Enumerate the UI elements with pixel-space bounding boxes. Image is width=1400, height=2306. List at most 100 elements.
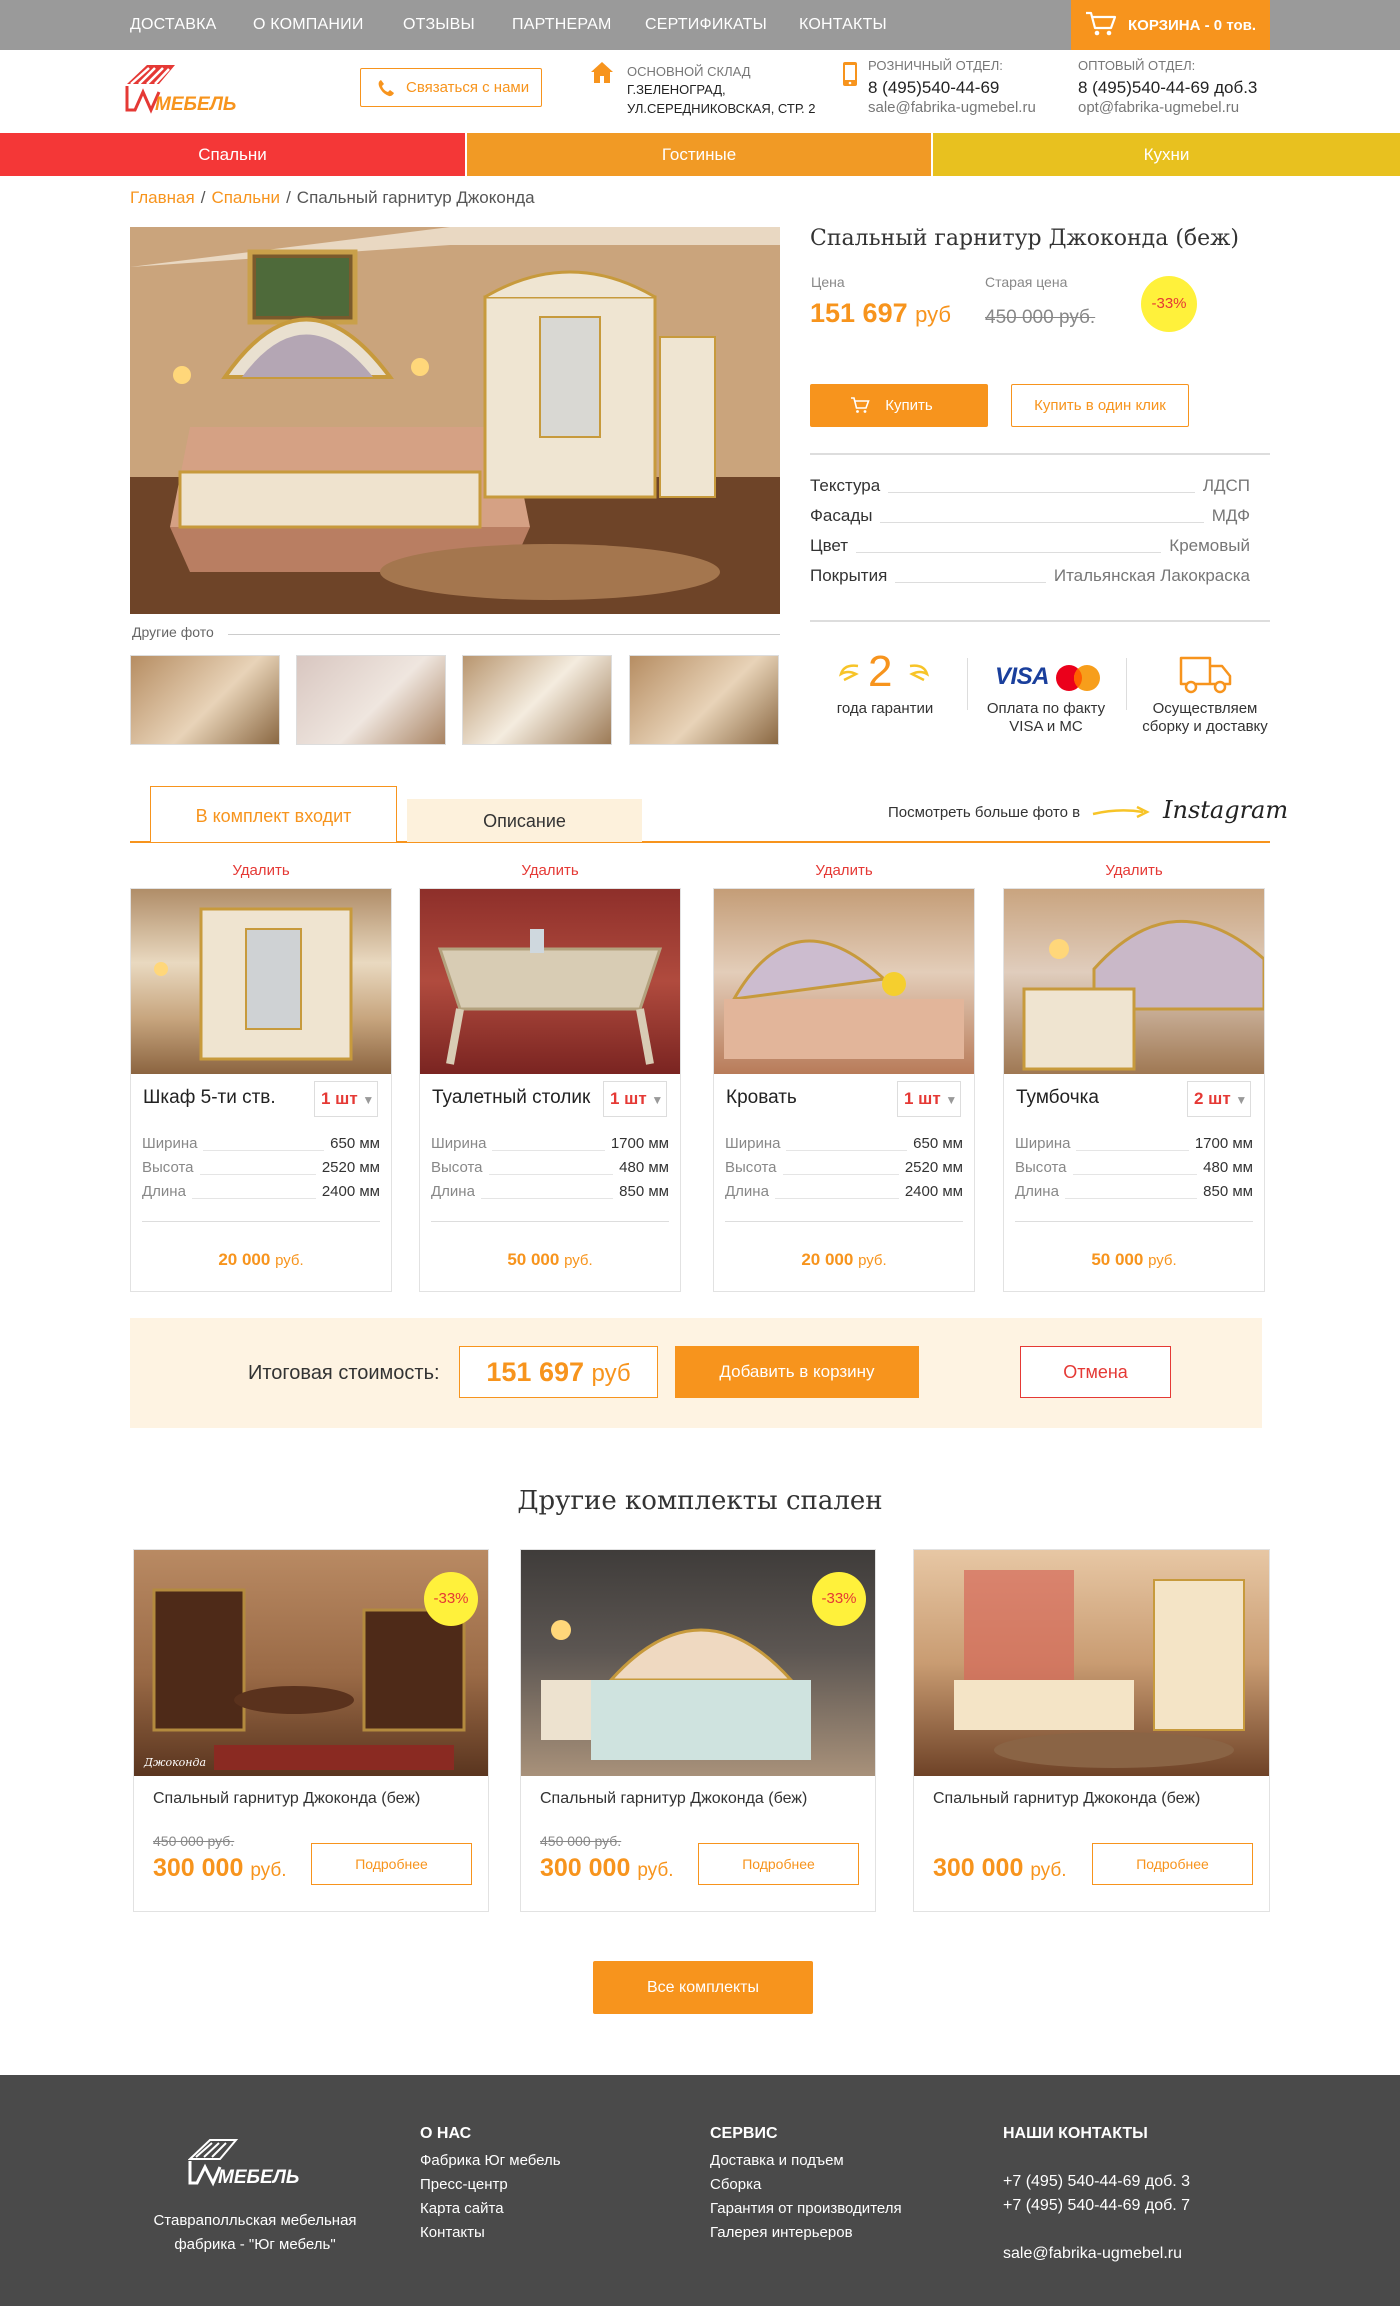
quantity-select[interactable]: 1 шт ▼ (603, 1081, 667, 1117)
nav-about[interactable]: О КОМПАНИИ (253, 16, 364, 34)
set-item-card: Шкаф 5-ти ств. 1 шт ▼ Ширина 650 мм Высот… (130, 888, 392, 1292)
delete-item-button[interactable]: Удалить (419, 862, 681, 879)
delete-item-button[interactable]: Удалить (713, 862, 975, 879)
category-bedrooms[interactable]: Спальни (0, 133, 465, 176)
other-set-price: 300 000 руб. (153, 1854, 287, 1883)
buy-button[interactable]: Купить (810, 384, 988, 427)
footer-phone[interactable]: +7 (495) 540-44-69 доб. 7 (1003, 2197, 1190, 2215)
set-item-image[interactable] (131, 889, 391, 1074)
footer-link[interactable]: Сборка (710, 2176, 761, 2193)
category-living-rooms[interactable]: Гостиные (467, 133, 931, 176)
dimension-row: Высота 2520 мм (142, 1159, 380, 1179)
quantity-value: 1 шт (904, 1089, 941, 1108)
set-item-image[interactable] (420, 889, 680, 1074)
quantity-select[interactable]: 1 шт ▼ (897, 1081, 961, 1117)
breadcrumb-section[interactable]: Спальни (211, 188, 280, 207)
footer-logo[interactable]: МЕБЕЛЬ (187, 2137, 304, 2189)
wardrobe-illustration (154, 907, 353, 1061)
total-value: 151 697 руб (459, 1346, 658, 1398)
home-icon (591, 62, 613, 83)
footer-link[interactable]: Доставка и подъем (710, 2152, 844, 2169)
footer-link[interactable]: Контакты (420, 2224, 485, 2241)
all-sets-button[interactable]: Все комплекты (593, 1961, 813, 2014)
delete-item-button[interactable]: Удалить (130, 862, 392, 879)
thumbnail-3[interactable] (462, 655, 612, 745)
footer-phone[interactable]: +7 (495) 540-44-69 доб. 3 (1003, 2173, 1190, 2191)
payment-text-line2: VISA и MC (1009, 718, 1083, 735)
thumbnail-1[interactable] (130, 655, 280, 745)
cart-button[interactable]: КОРЗИНА - 0 тов. (1071, 0, 1270, 50)
one-click-buy-button[interactable]: Купить в один клик (1011, 384, 1189, 427)
warranty-text: года гарантии (836, 700, 934, 717)
breadcrumb-home[interactable]: Главная (130, 188, 195, 207)
footer-contacts-title: НАШИ КОНТАКТЫ (1003, 2125, 1148, 2142)
spec-key: Фасады (810, 506, 881, 526)
nav-certificates[interactable]: СЕРТИФИКАТЫ (645, 16, 767, 34)
nav-reviews[interactable]: ОТЗЫВЫ (403, 16, 475, 34)
details-button[interactable]: Подробнее (698, 1843, 859, 1885)
logo-graphic: МЕБЕЛЬ (125, 65, 236, 115)
total-value-currency: руб (591, 1360, 631, 1387)
tab-set-contents[interactable]: В комплект входит (150, 786, 397, 842)
dimension-key: Высота (1015, 1159, 1073, 1176)
set-item-card: Туалетный столик 1 шт ▼ Ширина 1700 мм Вы… (419, 888, 681, 1292)
retail-phone[interactable]: 8 (495)540-44-69 (868, 78, 999, 98)
warranty-badge: 2 (838, 648, 932, 698)
tab-description[interactable]: Описание (407, 799, 642, 842)
site-logo[interactable]: МЕБЕЛЬ (125, 62, 243, 115)
set-item-image[interactable] (1004, 889, 1266, 1074)
other-set-title[interactable]: Спальный гарнитур Джоконда (беж) (153, 1790, 420, 1808)
other-photos-label: Другие фото (132, 624, 214, 640)
footer-link[interactable]: Карта сайта (420, 2200, 504, 2217)
details-button[interactable]: Подробнее (1092, 1843, 1253, 1885)
category-kitchens[interactable]: Кухни (933, 133, 1400, 176)
nightstand-illustration (1022, 919, 1266, 1071)
main-product-photo[interactable] (130, 227, 780, 614)
other-set-title[interactable]: Спальный гарнитур Джоконда (беж) (933, 1790, 1200, 1808)
footer-logo-graphic: МЕБЕЛЬ (187, 2139, 299, 2188)
delivery-text-line1: Осуществляем (1152, 700, 1258, 717)
contact-us-button[interactable]: Связаться с нами (360, 68, 542, 107)
nav-delivery[interactable]: ДОСТАВКА (130, 16, 216, 34)
set-item-price-currency: руб. (1148, 1252, 1177, 1269)
breadcrumb: Главная / Спальни / Спальный гарнитур Джокон… (130, 188, 535, 208)
dimension-key: Ширина (725, 1135, 787, 1152)
retail-caption: РОЗНИЧНЫЙ ОТДЕЛ: (868, 58, 1003, 73)
laurel-right-icon (909, 664, 930, 682)
add-to-cart-button[interactable]: Добавить в корзину (675, 1346, 919, 1398)
payment-text: Оплата по факту VISA и MC (976, 700, 1116, 736)
cancel-button[interactable]: Отмена (1020, 1346, 1171, 1398)
footer-link[interactable]: Пресс-центр (420, 2176, 508, 2193)
quantity-select[interactable]: 2 шт ▼ (1187, 1081, 1251, 1117)
footer-link[interactable]: Галерея интерьеров (710, 2224, 853, 2241)
set-item-image[interactable] (714, 889, 974, 1074)
nav-partners[interactable]: ПАРТНЕРАМ (512, 16, 612, 34)
nav-contacts[interactable]: КОНТАКТЫ (799, 16, 887, 34)
spec-row: Покрытия Итальянская Лакокраска (810, 566, 1250, 590)
footer-email[interactable]: sale@fabrika-ugmebel.ru (1003, 2245, 1182, 2263)
phone-icon (378, 80, 394, 97)
other-set-image[interactable] (914, 1550, 1269, 1776)
retail-email[interactable]: sale@fabrika-ugmebel.ru (868, 99, 1036, 116)
footer-link[interactable]: Гарантия от производителя (710, 2200, 902, 2217)
quantity-select[interactable]: 1 шт ▼ (314, 1081, 378, 1117)
other-set-price-currency: руб. (250, 1860, 287, 1881)
wholesale-phone[interactable]: 8 (495)540-44-69 доб.3 (1078, 78, 1257, 98)
footer-service-title: СЕРВИС (710, 2125, 778, 2142)
wholesale-email[interactable]: opt@fabrika-ugmebel.ru (1078, 99, 1239, 116)
footer-link[interactable]: Фабрика Юг мебель (420, 2152, 561, 2169)
image-watermark: Джоконда (144, 1756, 207, 1769)
delete-item-button[interactable]: Удалить (1003, 862, 1265, 879)
spec-row: Цвет Кремовый (810, 536, 1250, 560)
thumbnail-2[interactable] (296, 655, 446, 745)
instagram-link[interactable]: Instagram (1163, 796, 1288, 824)
total-value-amount: 151 697 (486, 1357, 584, 1387)
dimension-key: Ширина (142, 1135, 204, 1152)
dressing-table-illustration (437, 929, 663, 1065)
chevron-down-icon: ▼ (945, 1093, 958, 1107)
details-button[interactable]: Подробнее (311, 1843, 472, 1885)
card-divider (431, 1221, 669, 1222)
breadcrumb-current: Спальный гарнитур Джоконда (296, 188, 535, 207)
other-set-title[interactable]: Спальный гарнитур Джоконда (беж) (540, 1790, 807, 1808)
thumbnail-4[interactable] (629, 655, 779, 745)
